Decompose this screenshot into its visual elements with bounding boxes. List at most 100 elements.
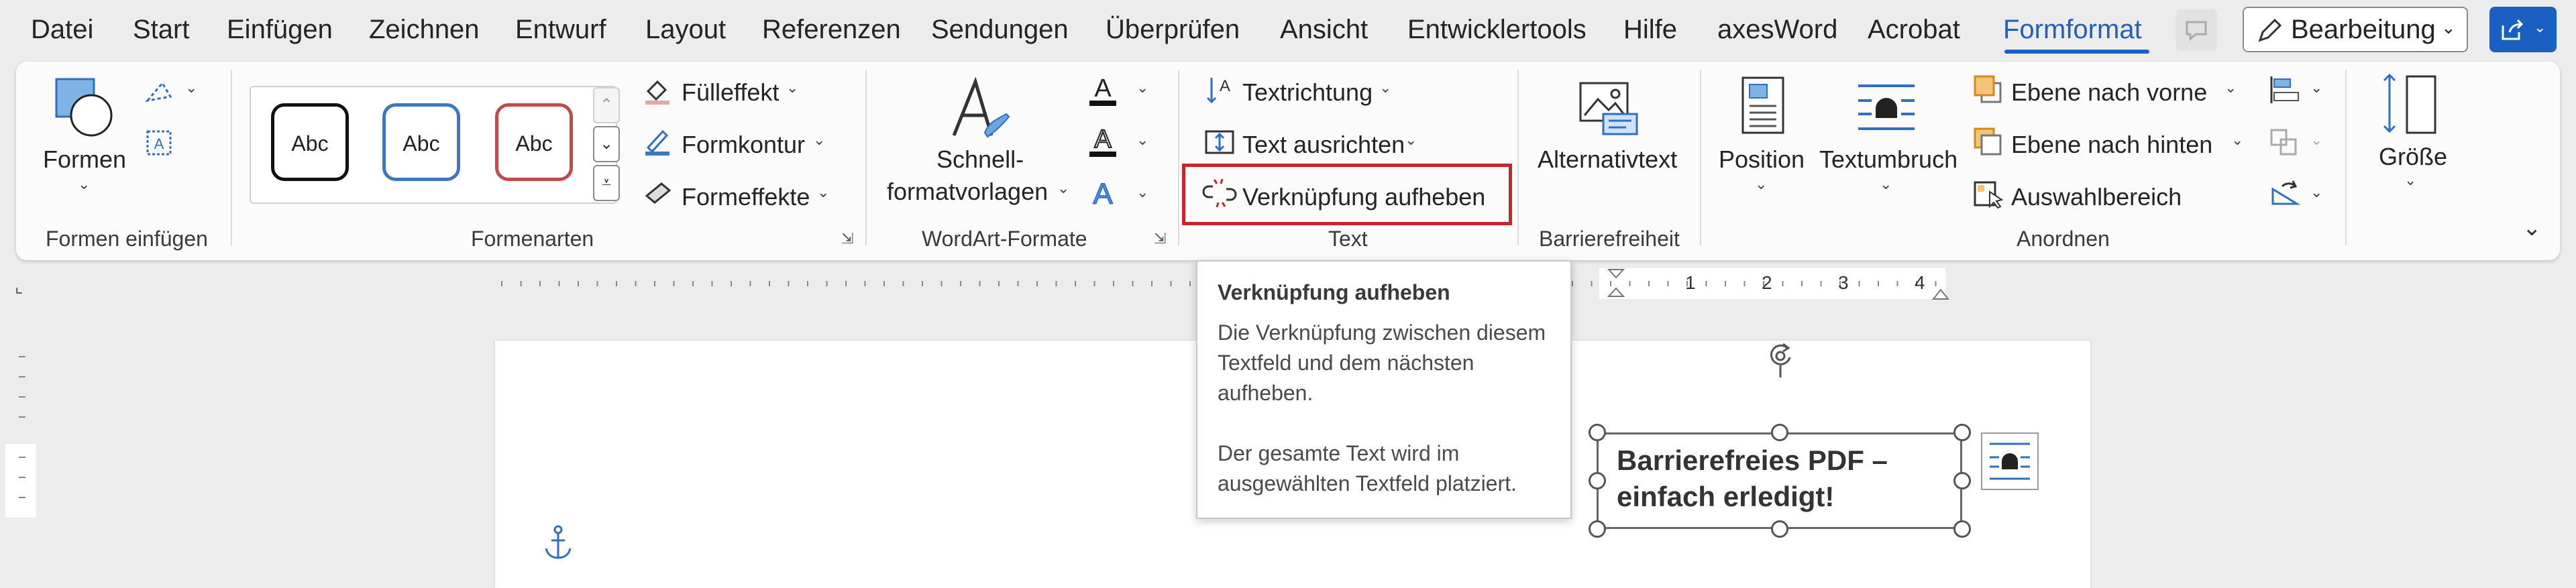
tooltip-text: Der gesamte Text wird im ausgewählten Te… xyxy=(1218,438,1553,499)
text-fill-icon: A xyxy=(1089,74,1116,106)
group-label-text: Text xyxy=(1328,227,1368,251)
align-objects-icon xyxy=(2270,76,2299,103)
wrap-text-icon xyxy=(1858,84,1915,130)
chevron-down-icon: ⌄ xyxy=(1136,184,1149,200)
right-indent-marker[interactable] xyxy=(1931,284,1951,302)
menu-start[interactable]: Start xyxy=(133,13,189,46)
collapse-ribbon-icon[interactable]: ⌄ xyxy=(2522,215,2542,241)
chevron-down-icon: ⌄ xyxy=(2310,131,2323,148)
shape-effects-icon xyxy=(645,182,672,204)
alternativtext-label: Alternativtext xyxy=(1538,145,1678,173)
ebene-nach-vorne-label: Ebene nach vorne xyxy=(2011,78,2208,106)
menu-referenzen[interactable]: Referenzen xyxy=(762,13,901,46)
share-button[interactable]: ⌄ xyxy=(2489,7,2557,52)
chevron-down-icon: ⌄ xyxy=(786,79,799,96)
resize-handle[interactable] xyxy=(1589,424,1606,441)
resize-handle[interactable] xyxy=(1771,424,1788,441)
share-chevron-icon: ⌄ xyxy=(2534,19,2546,36)
resize-handle[interactable] xyxy=(1589,472,1606,489)
menu-formformat[interactable]: Formformat xyxy=(2003,13,2142,46)
menu-sendungen[interactable]: Sendungen xyxy=(931,13,1069,46)
menu-layout[interactable]: Layout xyxy=(645,13,726,46)
tooltip-line: Der gesamte Text wird im xyxy=(1218,441,1460,465)
resize-handle[interactable] xyxy=(1771,520,1788,538)
shape-style-preset-red[interactable]: Abc xyxy=(495,103,573,181)
gallery-scroll-up-button[interactable]: ⌃ xyxy=(593,87,620,123)
comment-button[interactable] xyxy=(2176,9,2217,51)
text-outline-icon: A xyxy=(1089,125,1116,157)
menu-ansicht[interactable]: Ansicht xyxy=(1280,13,1368,46)
text-direction-icon: A xyxy=(1206,77,1230,104)
vertical-ruler xyxy=(5,356,36,518)
group-separator xyxy=(231,70,232,245)
highlight-box xyxy=(1182,164,1512,225)
size-icon xyxy=(2383,73,2436,134)
chevron-down-icon: ⌄ xyxy=(2310,79,2323,96)
share-icon xyxy=(2502,19,2524,40)
gallery-more-button[interactable]: ⩡ xyxy=(593,165,620,201)
position-icon xyxy=(1741,76,1784,134)
svg-text:A: A xyxy=(154,135,164,152)
chevron-down-icon: ⌄ xyxy=(1136,79,1149,96)
menu-einfuegen[interactable]: Einfügen xyxy=(227,13,333,46)
text-effects-icon: A xyxy=(1093,177,1114,211)
textumbruch-label: Textumbruch xyxy=(1819,145,1958,173)
edit-shape-icon[interactable] xyxy=(142,76,176,107)
ruler-number: 2 xyxy=(1762,272,1772,293)
resize-handle[interactable] xyxy=(1589,520,1606,538)
resize-handle[interactable] xyxy=(1953,424,1971,441)
chevron-down-icon: ⌄ xyxy=(1057,180,1070,196)
resize-handle[interactable] xyxy=(1953,520,1971,538)
bearbeitung-label: Bearbeitung xyxy=(2291,15,2436,44)
group-label-anordnen: Anordnen xyxy=(2017,227,2110,251)
group-separator xyxy=(1700,70,1701,245)
menu-ueberpruefen[interactable]: Überprüfen xyxy=(1106,13,1240,46)
group-label-formen-einfuegen: Formen einfügen xyxy=(46,227,208,251)
text-ausrichten-label: Text ausrichten xyxy=(1242,131,1405,158)
chevron-down-icon: ⌄ xyxy=(1136,131,1149,148)
dialog-launcher-icon[interactable]: ⇲ xyxy=(1154,231,1170,247)
menu-zeichnen[interactable]: Zeichnen xyxy=(369,13,480,46)
menu-bar: Datei Start Einfügen Zeichnen Entwurf La… xyxy=(0,0,2576,62)
selection-pane-icon xyxy=(1974,181,2004,209)
menu-acrobat[interactable]: Acrobat xyxy=(1868,13,1960,46)
chevron-down-icon: ⌄ xyxy=(1880,176,1892,192)
anchor-icon[interactable] xyxy=(542,524,574,562)
group-separator xyxy=(1517,70,1519,245)
ruler-number: 4 xyxy=(1915,272,1925,293)
pencil-icon xyxy=(2258,18,2282,42)
chevron-down-icon: ⌄ xyxy=(2224,79,2237,96)
text-box-icon[interactable]: A xyxy=(142,127,176,158)
text-box-content[interactable]: Barrierefreies PDF – einfach erledigt! xyxy=(1617,443,1888,515)
shape-style-preset-blue[interactable]: Abc xyxy=(382,103,460,181)
tooltip-line: ausgewählten Textfeld platziert. xyxy=(1218,471,1517,495)
svg-text:A: A xyxy=(1093,178,1113,211)
alt-text-icon xyxy=(1579,82,1638,135)
group-separator xyxy=(2345,70,2347,245)
tooltip: Verknüpfung aufheben Die Verknüpfung zwi… xyxy=(1196,260,1572,519)
auswahlbereich-label: Auswahlbereich xyxy=(2011,183,2182,211)
gallery-scroll-down-button[interactable]: ⌄ xyxy=(593,126,620,162)
menu-entwicklertools[interactable]: Entwicklertools xyxy=(1407,13,1587,46)
resize-handle[interactable] xyxy=(1953,472,1971,489)
svg-text:A: A xyxy=(1094,74,1112,103)
menu-hilfe[interactable]: Hilfe xyxy=(1623,13,1677,46)
tooltip-line: Die Verknüpfung zwischen diesem xyxy=(1218,320,1546,345)
menu-axesword[interactable]: axesWord xyxy=(1717,13,1837,46)
shape-style-preset-black[interactable]: Abc xyxy=(271,103,349,181)
group-label-barrierefreiheit: Barrierefreiheit xyxy=(1539,227,1680,251)
tooltip-line: Textfeld und dem nächsten xyxy=(1218,351,1474,375)
bearbeitung-button[interactable]: Bearbeitung ⌄ xyxy=(2243,7,2468,52)
first-line-indent-marker[interactable] xyxy=(1606,267,1626,302)
layout-options-icon[interactable] xyxy=(1980,432,2039,491)
rotate-handle-icon[interactable] xyxy=(1766,340,1795,377)
group-separator xyxy=(865,70,867,245)
chevron-down-icon: ⌄ xyxy=(78,176,91,192)
formkontur-label: Formkontur xyxy=(682,131,806,158)
chevron-down-icon[interactable]: ⌄ xyxy=(185,79,197,97)
menu-entwurf[interactable]: Entwurf xyxy=(515,13,606,46)
menu-datei[interactable]: Datei xyxy=(31,13,93,46)
active-tab-underline xyxy=(2004,50,2149,54)
tab-stop-selector-icon[interactable]: ⌞ xyxy=(15,276,23,297)
dialog-launcher-icon[interactable]: ⇲ xyxy=(841,231,857,247)
